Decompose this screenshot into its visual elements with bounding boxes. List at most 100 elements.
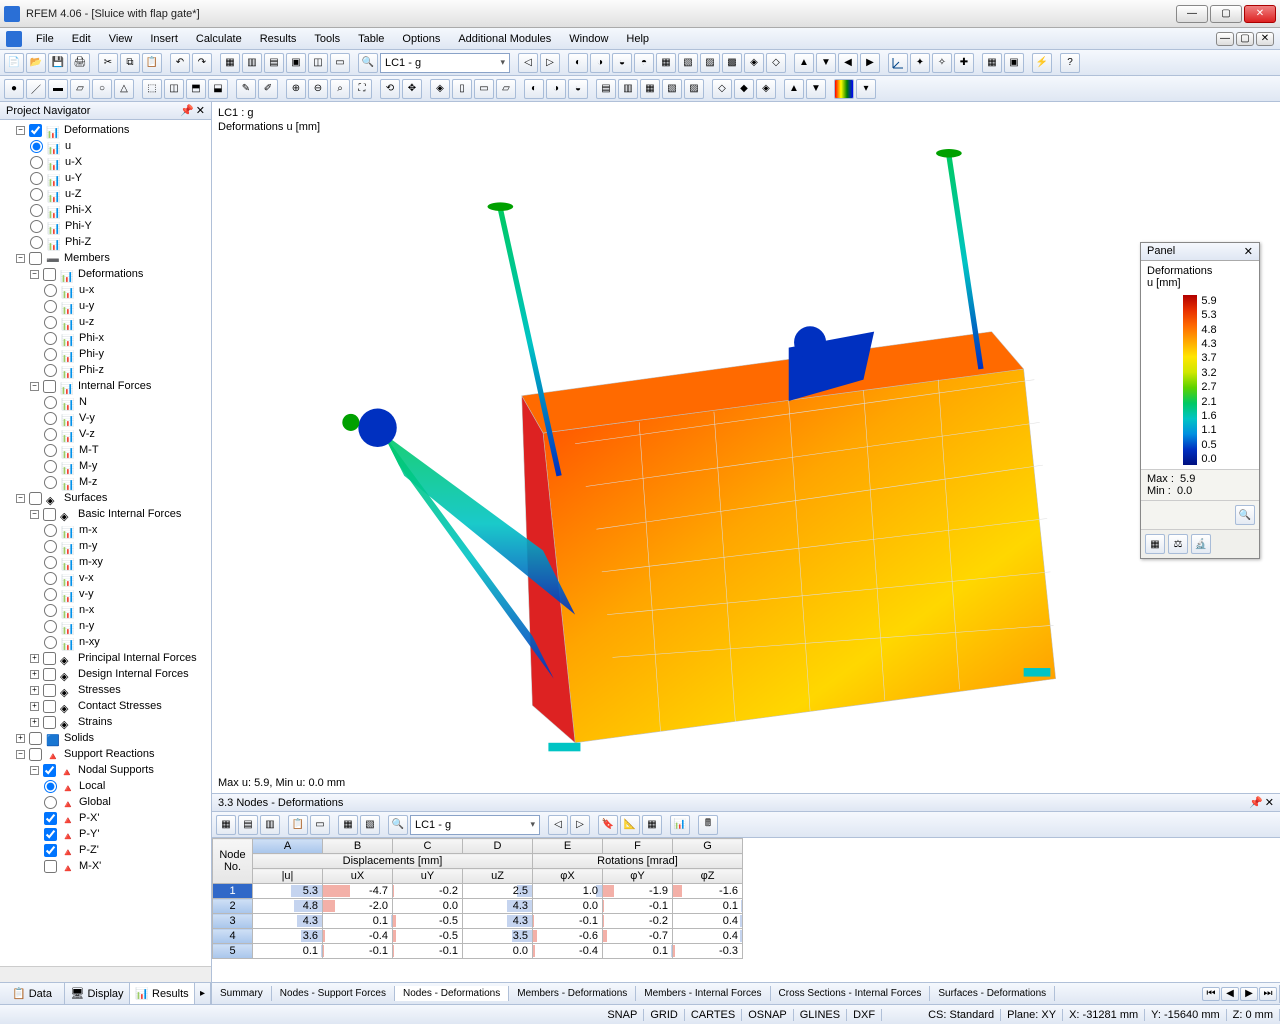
tool-icon[interactable]: ▦ [982,53,1002,73]
row-header[interactable]: 3 [213,914,253,929]
tree-item[interactable]: 📊Phi-Y [30,218,209,234]
next-icon[interactable]: ▷ [540,53,560,73]
tool-icon[interactable]: ▦ [642,815,662,835]
tree-item[interactable]: 📊M-y [44,458,209,474]
tree-item[interactable]: 📊m-xy [44,554,209,570]
tree-design[interactable]: Design Internal Forces [78,666,189,682]
settings-icon[interactable]: 🔍 [1235,505,1255,525]
menu-options[interactable]: Options [394,31,448,47]
table-cell[interactable]: 0.1 [673,899,743,914]
table-cell[interactable]: -4.7 [323,884,393,899]
tool-icon[interactable]: ▥ [242,53,262,73]
tool-icon[interactable]: ⬓ [208,79,228,99]
zoom-window-icon[interactable]: ⌕ [330,79,350,99]
pin-icon[interactable]: 📌 [180,104,194,117]
close-icon[interactable]: ✕ [1244,245,1253,258]
table-cell[interactable]: 0.4 [673,914,743,929]
surface-icon[interactable]: ▱ [70,79,90,99]
tree-mem-deform[interactable]: Deformations [78,266,143,282]
tree-item[interactable]: 📊m-y [44,538,209,554]
tree-surfaces[interactable]: Surfaces [64,490,107,506]
minimize-button[interactable]: — [1176,5,1208,23]
menu-table[interactable]: Table [350,31,392,47]
tree-item[interactable]: 🔺Global [44,794,209,810]
strains-check[interactable] [43,716,56,729]
table-cell[interactable]: 2.5 [463,884,533,899]
tree-radio[interactable] [44,796,57,809]
table-cell[interactable]: -0.2 [393,884,463,899]
table-cell[interactable]: -0.4 [533,944,603,959]
tool-icon[interactable]: ▦ [640,79,660,99]
tree-radio[interactable] [44,316,57,329]
close-icon[interactable]: ✕ [1265,796,1274,809]
results-icon[interactable]: ◇ [766,53,786,73]
results-icon[interactable]: ▦ [656,53,676,73]
basic-check[interactable] [43,508,56,521]
opening-icon[interactable]: ○ [92,79,112,99]
table-cell[interactable]: -0.1 [393,944,463,959]
table-cell[interactable]: 1.0 [533,884,603,899]
tab-summary[interactable]: Summary [212,986,272,1001]
tool-icon[interactable]: ▦ [220,53,240,73]
tab-prev-icon[interactable]: ◀ [1221,987,1239,1001]
nodal-check[interactable] [43,764,56,777]
tree-radio[interactable] [30,156,43,169]
menu-results[interactable]: Results [252,31,305,47]
model-viewport[interactable]: LC1 : g Deformations u [mm] [212,102,1280,794]
tree-check[interactable] [44,860,57,873]
tool-icon[interactable]: △ [114,79,134,99]
members-check[interactable] [29,252,42,265]
row-header[interactable]: 4 [213,929,253,944]
print-icon[interactable]: 🖨 [70,53,90,73]
tree-item[interactable]: 📊u-Z [30,186,209,202]
view-icon[interactable]: ▶ [860,53,880,73]
tree-item[interactable]: 🔺M-X' [44,858,209,874]
zoom-out-icon[interactable]: ⊖ [308,79,328,99]
view-icon[interactable]: ▼ [816,53,836,73]
principal-check[interactable] [43,652,56,665]
menu-tools[interactable]: Tools [306,31,348,47]
results-icon[interactable]: ▨ [700,53,720,73]
line-icon[interactable]: ／ [26,79,46,99]
tree-item[interactable]: 📊u-z [44,314,209,330]
results-icon[interactable]: ◈ [744,53,764,73]
tool-icon[interactable]: ▧ [360,815,380,835]
tree-item[interactable]: 📊Phi-X [30,202,209,218]
tool-icon[interactable]: ▤ [596,79,616,99]
table-cell[interactable]: -0.7 [603,929,673,944]
panel-header[interactable]: Panel ✕ [1141,243,1259,261]
color-icon[interactable] [834,79,854,99]
menu-help[interactable]: Help [618,31,657,47]
tree-radio[interactable] [44,412,57,425]
tool-icon[interactable]: ◈ [756,79,776,99]
tree-item[interactable]: 📊v-y [44,586,209,602]
results-icon[interactable]: ◑ [590,53,610,73]
tree-contact[interactable]: Contact Stresses [78,698,162,714]
tree-radio[interactable] [44,460,57,473]
tree-radio[interactable] [44,524,57,537]
menu-insert[interactable]: Insert [142,31,186,47]
tab-more[interactable]: ▸ [195,983,211,1004]
tree-check[interactable] [44,828,57,841]
view-icon[interactable]: ▲ [794,53,814,73]
tab-results[interactable]: 📊Results [130,983,195,1004]
table-cell[interactable]: -1.9 [603,884,673,899]
tab-data[interactable]: 📋Data [0,983,65,1004]
table-cell[interactable]: -0.1 [533,914,603,929]
status-glines[interactable]: GLINES [794,1009,847,1021]
table-cell[interactable]: 0.1 [603,944,673,959]
tree-item[interactable]: 📊v-x [44,570,209,586]
tool-icon[interactable]: ✐ [258,79,278,99]
open-icon[interactable]: 📂 [26,53,46,73]
tool-icon[interactable]: ✧ [932,53,952,73]
tool-icon[interactable]: ◫ [164,79,184,99]
tree-item[interactable]: 🔺P-Y' [44,826,209,842]
results-icon[interactable]: ▩ [722,53,742,73]
tree-item[interactable]: 📊m-x [44,522,209,538]
tree-radio[interactable] [44,780,57,793]
tree-item[interactable]: 📊n-x [44,602,209,618]
tab-nodes-deformations[interactable]: Nodes - Deformations [395,986,509,1001]
view-x-icon[interactable]: ▯ [452,79,472,99]
tree-radio[interactable] [30,172,43,185]
results-icon[interactable]: ◒ [612,53,632,73]
